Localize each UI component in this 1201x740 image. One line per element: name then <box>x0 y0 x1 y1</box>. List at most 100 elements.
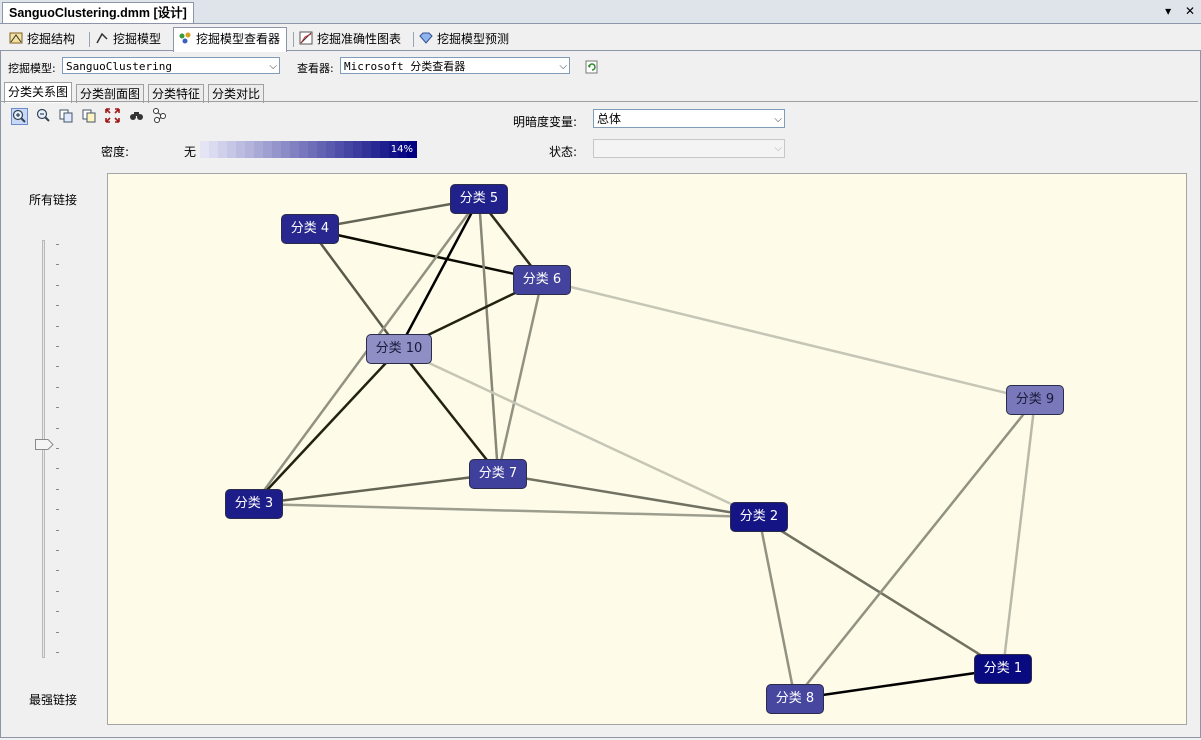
shading-variable-select[interactable]: 总体 ⌵ <box>593 109 785 128</box>
document-window-buttons: ▾ ✕ <box>1155 2 1195 20</box>
cluster-link-3-2[interactable] <box>253 502 760 519</box>
tab-separator <box>293 32 294 47</box>
cluster-node-3[interactable]: 分类 3 <box>225 489 283 519</box>
viewer-select-value: Microsoft 分类查看器 <box>344 60 466 73</box>
slider-tick <box>56 284 59 286</box>
zoom-out-icon <box>36 108 50 122</box>
viewer-label: 查看器: <box>297 62 334 75</box>
slider-tick <box>56 652 59 653</box>
subtab-cluster-diagram[interactable]: 分类关系图 <box>4 82 73 103</box>
slider-tick <box>56 448 59 449</box>
mining-model-select[interactable]: SanguoClustering ⌵ <box>62 57 280 74</box>
close-icon[interactable]: ✕ <box>1185 4 1195 18</box>
mining-model-icon <box>96 32 108 44</box>
dropdown-arrow-icon[interactable]: ▾ <box>1165 4 1171 18</box>
refresh-button[interactable] <box>584 59 600 75</box>
state-label: 状态: <box>549 145 578 159</box>
density-min-label: 无 <box>184 145 197 159</box>
fit-to-window-icon <box>105 108 120 123</box>
document-tab-bar: SanguoClustering.dmm [设计] ▾ ✕ <box>0 0 1201 24</box>
slider-tick <box>56 407 59 409</box>
cluster-node-7[interactable]: 分类 7 <box>469 459 527 489</box>
copy-graph-button[interactable] <box>81 108 98 125</box>
state-select: ⌵ <box>593 139 785 158</box>
copy-icon <box>59 109 73 123</box>
document-tab-title: SanguoClustering.dmm [设计] <box>9 6 187 20</box>
cluster-link-3-7[interactable] <box>253 472 499 506</box>
cluster-link-2-8[interactable] <box>757 516 797 700</box>
network-layout-icon <box>153 108 166 123</box>
cluster-node-5[interactable]: 分类 5 <box>450 184 508 214</box>
document-tab[interactable]: SanguoClustering.dmm [设计] <box>2 2 194 23</box>
slider-tick <box>56 325 59 327</box>
chevron-down-icon: ⌵ <box>774 143 782 154</box>
zoom-in-button[interactable] <box>11 108 28 125</box>
slider-bottom-label: 最强链接 <box>29 693 78 707</box>
copy-button[interactable] <box>58 108 75 125</box>
density-max-label: 14% <box>390 144 413 155</box>
fit-to-window-button[interactable] <box>104 108 121 125</box>
prediction-diamond-icon <box>419 32 433 44</box>
cluster-link-5-7[interactable] <box>477 198 500 475</box>
cluster-link-6-7[interactable] <box>496 279 544 475</box>
tab-mining-structure[interactable]: 挖掘结构 <box>5 28 81 50</box>
density-cells <box>200 141 417 158</box>
tab-accuracy-chart[interactable]: 挖掘准确性图表 <box>295 28 407 50</box>
cluster-node-2[interactable]: 分类 2 <box>730 502 788 532</box>
mining-model-select-value: SanguoClustering <box>66 60 172 73</box>
slider-tick <box>56 570 59 572</box>
chevron-down-icon: ⌵ <box>559 61 567 72</box>
cluster-link-10-3[interactable] <box>253 348 400 505</box>
link-strength-slider-thumb[interactable] <box>35 439 54 450</box>
model-viewer-icon <box>179 32 191 44</box>
zoom-out-button[interactable] <box>35 108 52 125</box>
slider-tick <box>56 550 59 551</box>
density-gradient-bar: 14% <box>200 141 417 158</box>
tab-mining-model-viewer[interactable]: 挖掘模型查看器 <box>173 27 288 52</box>
slider-tick <box>56 509 59 511</box>
accuracy-chart-icon <box>299 31 313 45</box>
mining-structure-icon <box>9 32 23 44</box>
cluster-link-10-7[interactable] <box>398 348 499 475</box>
slider-tick <box>56 529 59 531</box>
slider-tick <box>56 346 59 347</box>
slider-tick <box>56 366 59 368</box>
cluster-node-8[interactable]: 分类 8 <box>766 684 824 714</box>
viewer-select[interactable]: Microsoft 分类查看器 ⌵ <box>340 57 570 74</box>
cluster-diagram-canvas[interactable]: 分类 1 分类 2 分类 3 分类 4 分类 5 分类 6 分类 7 分类 8 分类 9 分类 1… <box>107 173 1187 725</box>
cluster-node-4[interactable]: 分类 4 <box>281 214 339 244</box>
chevron-down-icon: ⌵ <box>774 114 782 125</box>
zoom-in-icon <box>12 109 26 123</box>
tab-separator <box>89 32 90 47</box>
mining-model-label: 挖掘模型: <box>8 62 56 75</box>
tab-mining-models[interactable]: 挖掘模型 <box>91 28 167 50</box>
slider-tick <box>56 590 59 592</box>
cluster-node-1[interactable]: 分类 1 <box>974 654 1032 684</box>
slider-tick <box>56 468 59 470</box>
slider-top-label: 所有链接 <box>29 193 78 207</box>
cluster-node-10[interactable]: 分类 10 <box>366 334 432 364</box>
cluster-link-4-10[interactable] <box>308 228 401 350</box>
tab-separator <box>413 32 414 47</box>
cluster-links <box>252 197 1037 701</box>
slider-tick <box>56 305 59 307</box>
layout-button[interactable] <box>151 108 168 125</box>
cluster-node-6[interactable]: 分类 6 <box>513 265 571 295</box>
cluster-node-9[interactable]: 分类 9 <box>1006 385 1064 415</box>
tab-accuracy-chart-label: 挖掘准确性图表 <box>317 32 402 46</box>
cluster-link-8-1[interactable] <box>794 667 1004 701</box>
slider-tick <box>56 244 59 245</box>
copy-graph-icon <box>82 109 96 123</box>
cluster-link-5-10[interactable] <box>397 198 481 350</box>
tab-mining-model-viewer-label: 挖掘模型查看器 <box>196 32 281 46</box>
tab-model-prediction[interactable]: 挖掘模型预测 <box>415 28 515 50</box>
shading-variable-label: 明暗度变量: <box>513 115 578 129</box>
density-label: 密度: <box>101 145 130 159</box>
find-node-button[interactable] <box>128 108 145 125</box>
slider-tick <box>56 611 59 613</box>
slider-thumb-icon <box>35 439 54 450</box>
cluster-link-9-1[interactable] <box>1001 399 1037 670</box>
cluster-link-6-9[interactable] <box>541 278 1036 402</box>
shading-variable-value: 总体 <box>597 112 622 126</box>
cluster-link-10-2[interactable] <box>398 347 760 519</box>
